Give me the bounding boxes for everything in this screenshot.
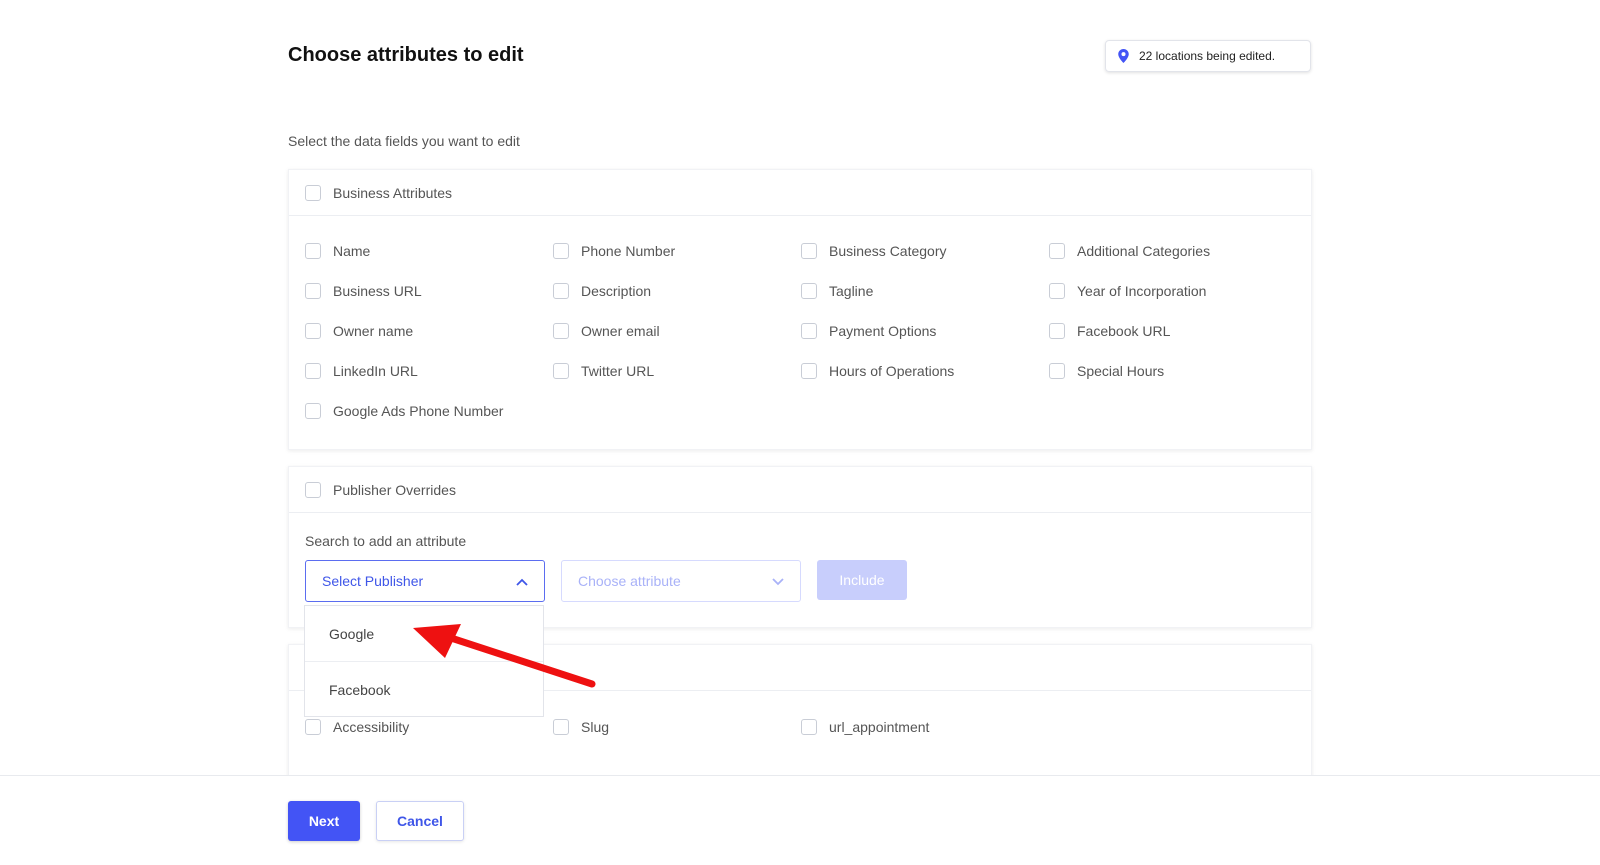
attribute-option-phone-number[interactable]: Phone Number (553, 242, 801, 260)
attribute-option-year-of-incorporation[interactable]: Year of Incorporation (1049, 282, 1297, 300)
publisher-overrides-header[interactable]: Publisher Overrides (289, 467, 1311, 513)
attribute-option-hours-of-operations[interactable]: Hours of Operations (801, 362, 1049, 380)
checkbox[interactable] (553, 283, 569, 299)
checkbox[interactable] (801, 243, 817, 259)
checkbox[interactable] (305, 363, 321, 379)
attribute-label: Twitter URL (581, 363, 655, 379)
checkbox[interactable] (801, 719, 817, 735)
attribute-label: Hours of Operations (829, 363, 955, 379)
attribute-label: Business Category (829, 243, 947, 259)
attribute-label: Payment Options (829, 323, 937, 339)
checkbox[interactable] (553, 363, 569, 379)
checkbox[interactable] (801, 283, 817, 299)
publisher-dropdown-menu: Google Facebook (304, 605, 544, 717)
locations-badge: 22 locations being edited. (1105, 40, 1311, 72)
checkbox[interactable] (801, 363, 817, 379)
checkbox[interactable] (305, 243, 321, 259)
select-publisher-value: Select Publisher (322, 573, 424, 589)
publisher-overrides-checkbox[interactable] (305, 481, 321, 498)
attribute-option-linkedin-url[interactable]: LinkedIn URL (305, 362, 553, 380)
attribute-label: Slug (581, 719, 610, 735)
attribute-option-accessibility[interactable]: Accessibility (305, 718, 553, 736)
attribute-label: Owner name (333, 323, 414, 339)
attribute-label: Special Hours (1077, 363, 1165, 379)
cancel-button[interactable]: Cancel (376, 801, 464, 841)
attribute-label: Google Ads Phone Number (333, 403, 504, 419)
attribute-option-business-url[interactable]: Business URL (305, 282, 553, 300)
dropdown-option-facebook[interactable]: Facebook (305, 661, 543, 717)
checkbox[interactable] (305, 323, 321, 339)
attribute-option-owner-email[interactable]: Owner email (553, 322, 801, 340)
checkbox[interactable] (553, 243, 569, 259)
attribute-option-business-category[interactable]: Business Category (801, 242, 1049, 260)
attribute-option-description[interactable]: Description (553, 282, 801, 300)
attribute-option-owner-name[interactable]: Owner name (305, 322, 553, 340)
select-publisher-dropdown[interactable]: Select Publisher (305, 560, 545, 602)
attribute-option-tagline[interactable]: Tagline (801, 282, 1049, 300)
checkbox[interactable] (553, 323, 569, 339)
business-attributes-checkbox[interactable] (305, 184, 321, 201)
choose-attribute-placeholder: Choose attribute (578, 573, 681, 589)
attribute-label: Phone Number (581, 243, 676, 259)
attribute-option-payment-options[interactable]: Payment Options (801, 322, 1049, 340)
business-attributes-header[interactable]: Business Attributes (289, 170, 1311, 216)
checkbox[interactable] (553, 719, 569, 735)
checkbox[interactable] (801, 323, 817, 339)
attribute-label: Description (581, 283, 652, 299)
business-attributes-title: Business Attributes (333, 184, 453, 201)
checkbox[interactable] (1049, 243, 1065, 259)
checkbox[interactable] (305, 283, 321, 299)
attribute-option-url-appointment[interactable]: url_appointment (801, 718, 1049, 736)
attribute-option-facebook-url[interactable]: Facebook URL (1049, 322, 1297, 340)
checkbox[interactable] (305, 719, 321, 735)
publisher-overrides-title: Publisher Overrides (333, 481, 456, 498)
attribute-label: Name (333, 243, 371, 259)
attribute-option-twitter-url[interactable]: Twitter URL (553, 362, 801, 380)
business-attributes-grid: Name Phone Number Business Category Addi… (289, 216, 1311, 444)
footer-bar: Next Cancel (0, 775, 1600, 865)
choose-attribute-dropdown[interactable]: Choose attribute (561, 560, 801, 602)
attribute-label: url_appointment (829, 719, 930, 735)
section-subtitle: Select the data fields you want to edit (288, 133, 520, 149)
chevron-down-icon (772, 573, 784, 589)
checkbox[interactable] (1049, 323, 1065, 339)
include-button[interactable]: Include (817, 560, 907, 600)
next-button[interactable]: Next (288, 801, 360, 841)
attribute-label: Year of Incorporation (1077, 283, 1207, 299)
dropdown-option-google[interactable]: Google (305, 606, 543, 661)
business-attributes-card: Business Attributes Name Phone Number Bu… (288, 169, 1312, 450)
checkbox[interactable] (1049, 283, 1065, 299)
attribute-label: Accessibility (333, 719, 410, 735)
page-title: Choose attributes to edit (288, 44, 524, 66)
attribute-option-slug[interactable]: Slug (553, 718, 801, 736)
attribute-option-special-hours[interactable]: Special Hours (1049, 362, 1297, 380)
attribute-option-name[interactable]: Name (305, 242, 553, 260)
attribute-option-google-ads-phone-number[interactable]: Google Ads Phone Number (305, 402, 553, 420)
attribute-label: Tagline (829, 283, 874, 299)
attribute-label: Facebook URL (1077, 323, 1171, 339)
attribute-label: LinkedIn URL (333, 363, 418, 379)
attribute-option-additional-categories[interactable]: Additional Categories (1049, 242, 1297, 260)
locations-badge-text: 22 locations being edited. (1139, 49, 1276, 63)
attribute-label: Owner email (581, 323, 660, 339)
checkbox[interactable] (305, 403, 321, 419)
publisher-overrides-card: Publisher Overrides Search to add an att… (288, 466, 1312, 628)
attribute-label: Additional Categories (1077, 243, 1211, 259)
attribute-label: Business URL (333, 283, 422, 299)
checkbox[interactable] (1049, 363, 1065, 379)
search-attribute-label: Search to add an attribute (305, 533, 467, 549)
location-pin-icon (1118, 49, 1129, 63)
chevron-up-icon (516, 573, 528, 589)
